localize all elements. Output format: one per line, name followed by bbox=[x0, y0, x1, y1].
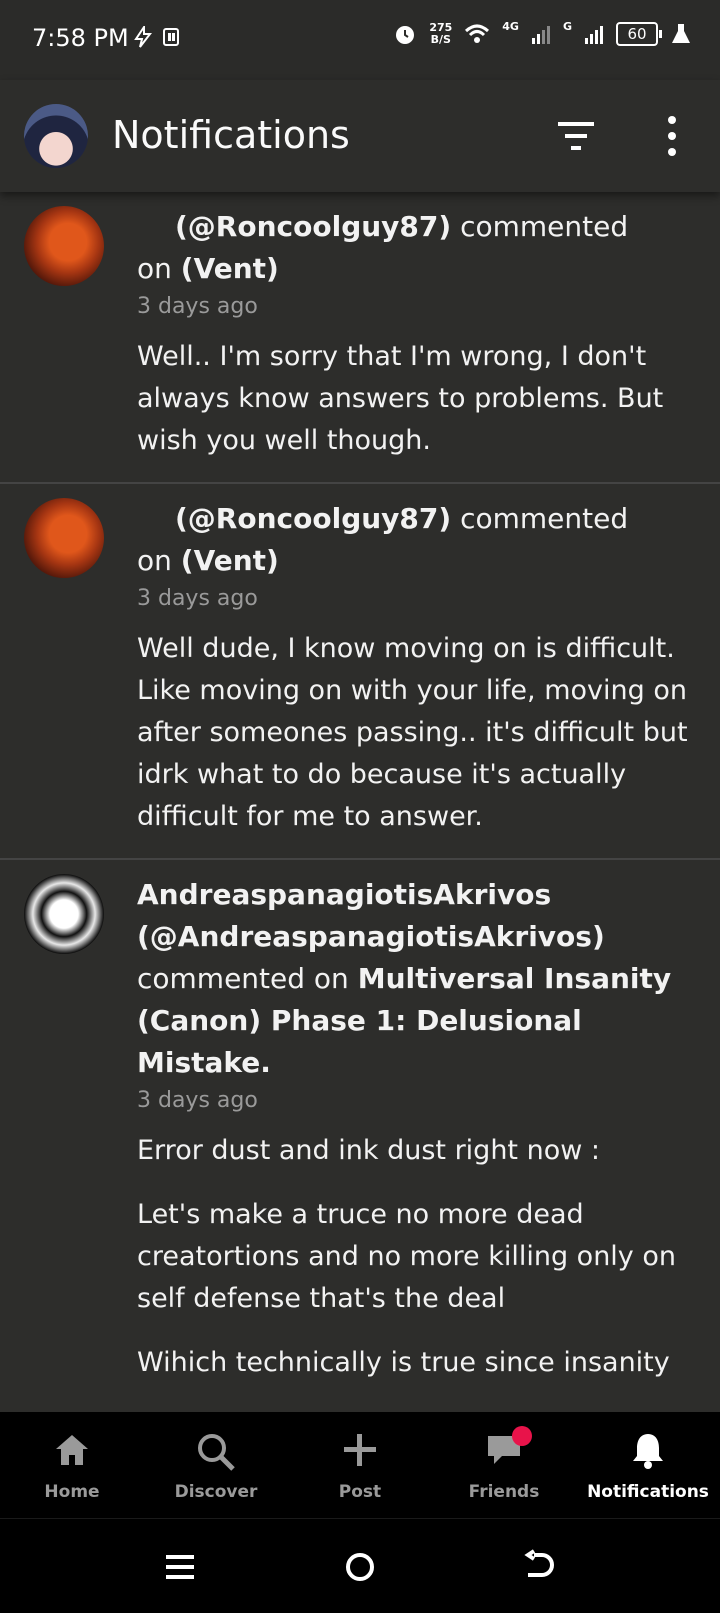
menu-icon bbox=[166, 1555, 194, 1579]
tab-post-label: Post bbox=[338, 1482, 382, 1502]
system-navigation-bar bbox=[0, 1518, 720, 1613]
tab-friends[interactable]: Friends bbox=[432, 1412, 576, 1518]
notification-item[interactable]: (@Roncoolguy87) commented on (Vent) 3 da… bbox=[0, 192, 720, 484]
bell-icon bbox=[633, 1434, 663, 1469]
notification-message: Well dude, I know moving on is difficult… bbox=[137, 633, 688, 832]
sim-app-icon bbox=[163, 28, 179, 46]
flask-icon bbox=[672, 24, 690, 43]
notification-on: on bbox=[137, 544, 172, 577]
page-title: Notifications bbox=[112, 113, 350, 157]
notification-action: commented on bbox=[137, 962, 349, 995]
unread-badge bbox=[512, 1426, 532, 1446]
network-type-1: 4G bbox=[502, 19, 519, 33]
plus-icon bbox=[344, 1434, 376, 1466]
notification-target[interactable]: (Vent) bbox=[181, 252, 279, 285]
notification-action: commented bbox=[460, 210, 629, 243]
app-header: Notifications bbox=[0, 80, 720, 192]
notification-handle[interactable]: (@Roncoolguy87) bbox=[175, 210, 451, 243]
search-icon bbox=[198, 1434, 235, 1471]
more-vertical-icon bbox=[668, 116, 676, 156]
status-bar: 7:58 PM 275 B/S 4G G 60 bbox=[0, 0, 720, 80]
user-avatar[interactable] bbox=[24, 206, 104, 286]
signal-icon bbox=[531, 26, 550, 44]
wifi-icon bbox=[465, 24, 490, 43]
notification-item[interactable]: (@Roncoolguy87) commented on (Vent) 3 da… bbox=[0, 484, 720, 860]
tab-friends-label: Friends bbox=[468, 1482, 540, 1502]
notification-time: 3 days ago bbox=[137, 1088, 258, 1113]
notification-target[interactable]: (Vent) bbox=[181, 544, 279, 577]
tab-discover-label: Discover bbox=[174, 1482, 258, 1502]
circle-icon bbox=[346, 1553, 374, 1581]
back-icon bbox=[524, 1549, 554, 1577]
notification-action: commented bbox=[460, 502, 629, 535]
notification-handle[interactable]: (@Roncoolguy87) bbox=[175, 502, 451, 535]
filter-icon bbox=[558, 122, 594, 150]
user-avatar[interactable] bbox=[24, 874, 104, 954]
notification-message: Well.. I'm sorry that I'm wrong, I don't… bbox=[137, 341, 664, 456]
avatar[interactable] bbox=[24, 104, 88, 168]
notification-time: 3 days ago bbox=[137, 586, 258, 611]
tab-notifications[interactable]: Notifications bbox=[576, 1412, 720, 1518]
signal-icon-2 bbox=[585, 26, 603, 44]
bottom-navigation: Home Discover Post Friends Notifications bbox=[0, 1412, 720, 1518]
home-system-button[interactable] bbox=[340, 1547, 380, 1587]
status-time: 7:58 PM bbox=[32, 24, 129, 52]
back-button[interactable] bbox=[520, 1547, 560, 1587]
flash-icon bbox=[134, 26, 152, 48]
tab-post[interactable]: Post bbox=[288, 1412, 432, 1518]
alarm-icon bbox=[396, 26, 415, 44]
tab-discover[interactable]: Discover bbox=[144, 1412, 288, 1518]
battery-indicator: 60 bbox=[616, 22, 662, 46]
network-speed: 275 B/S bbox=[429, 21, 453, 46]
tab-home-label: Home bbox=[44, 1482, 100, 1502]
filter-button[interactable] bbox=[556, 118, 596, 154]
notification-on: on bbox=[137, 252, 172, 285]
user-avatar[interactable] bbox=[24, 498, 104, 578]
home-icon bbox=[56, 1435, 88, 1465]
notification-item[interactable]: AndreaspanagiotisAkrivos (@Andreaspanagi… bbox=[0, 860, 720, 1404]
more-options-button[interactable] bbox=[656, 114, 688, 158]
notification-message: Error dust and ink dust right now : bbox=[137, 1135, 600, 1166]
tab-home[interactable]: Home bbox=[0, 1412, 144, 1518]
network-type-2: G bbox=[562, 19, 572, 33]
notification-handle[interactable]: (@AndreaspanagiotisAkrivos) bbox=[137, 920, 605, 953]
notification-feed[interactable]: (@Roncoolguy87) commented on (Vent) 3 da… bbox=[0, 192, 720, 1412]
notification-time: 3 days ago bbox=[137, 294, 258, 319]
notification-message: Wihich technically is true since insanit… bbox=[137, 1347, 670, 1378]
tab-notifications-label: Notifications bbox=[587, 1482, 709, 1502]
notification-name[interactable]: AndreaspanagiotisAkrivos bbox=[137, 878, 551, 911]
notification-message: Let's make a truce no more dead creatort… bbox=[137, 1199, 676, 1314]
recents-button[interactable] bbox=[160, 1547, 200, 1587]
